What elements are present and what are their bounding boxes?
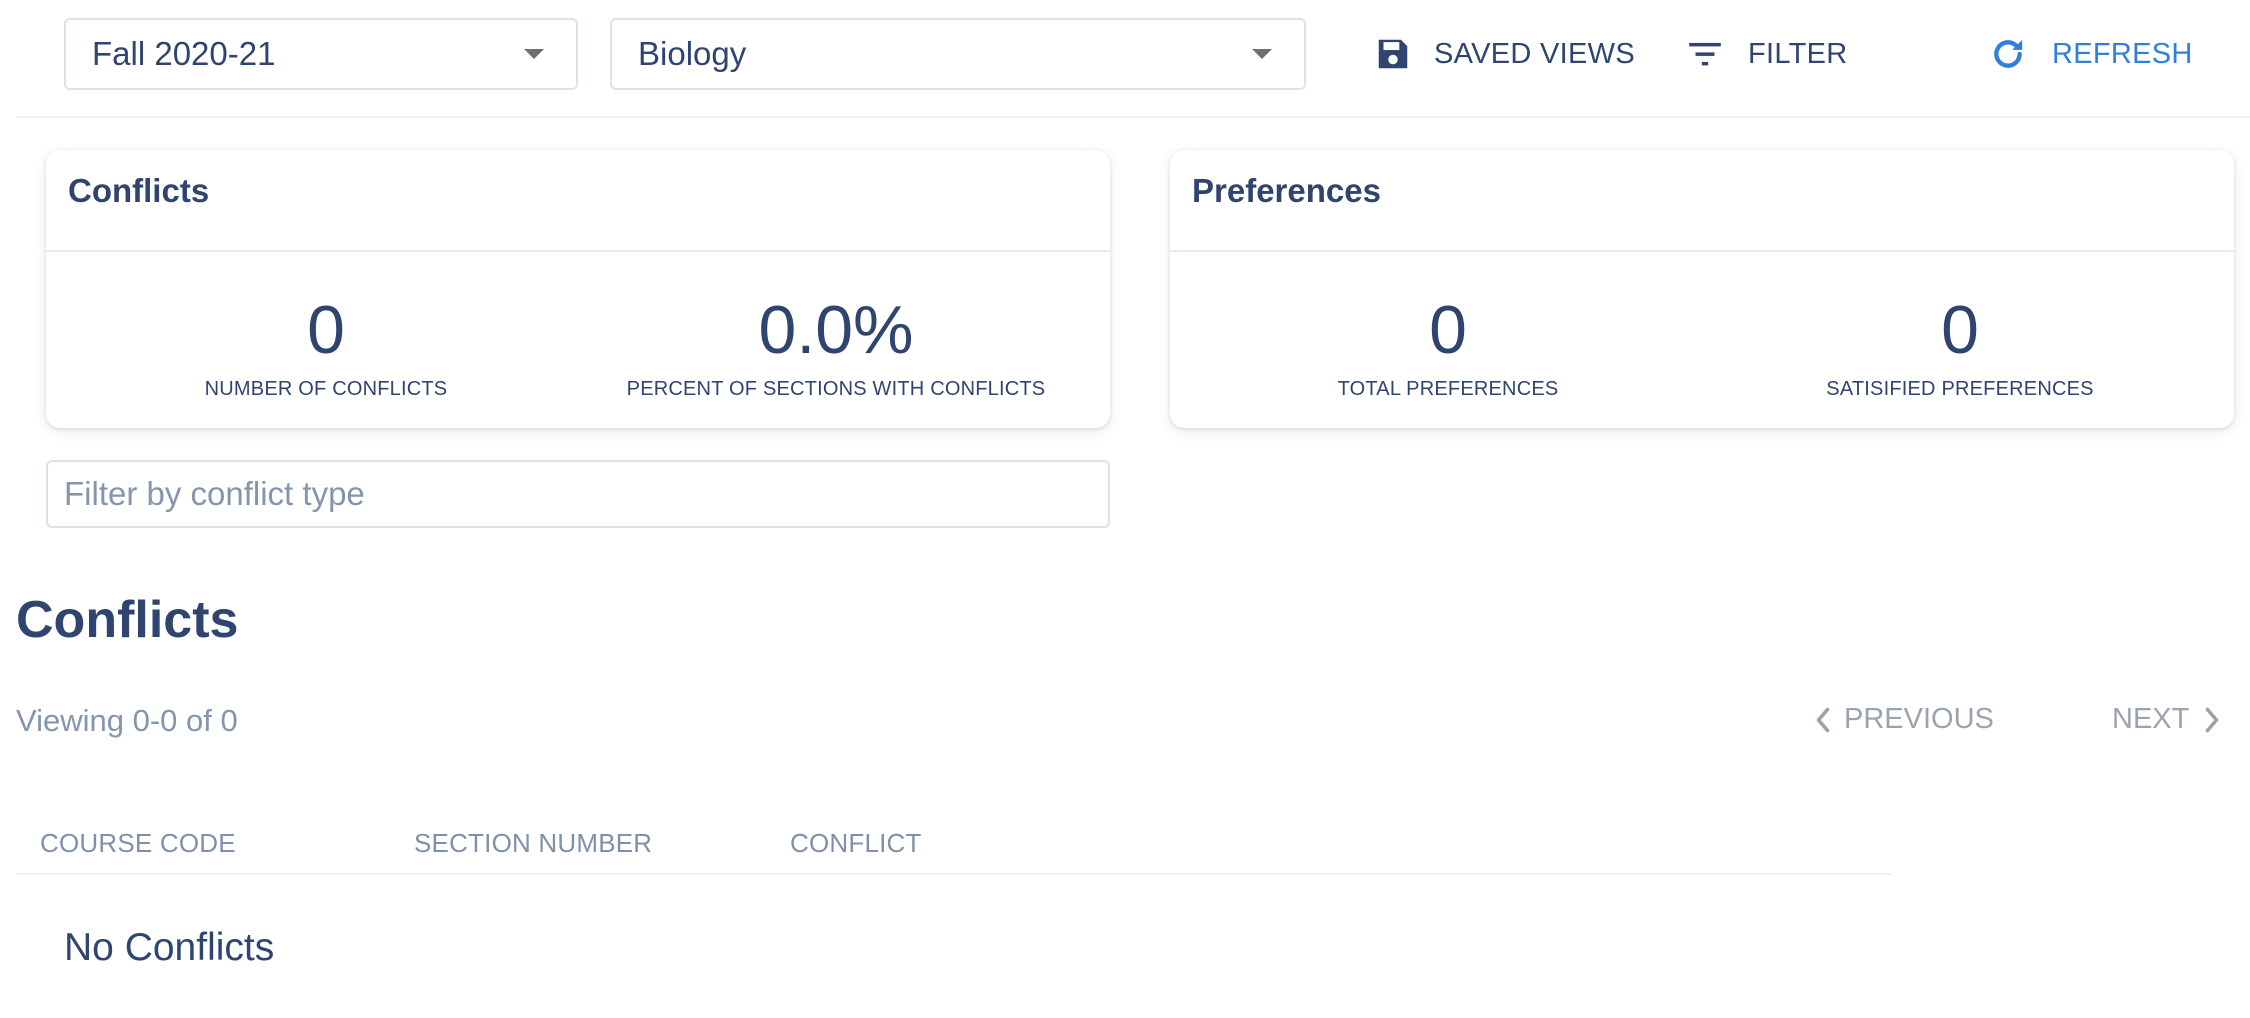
filter-button[interactable]: FILTER [1686, 32, 1848, 76]
preferences-summary-card: Preferences 0 TOTAL PREFERENCES 0 SATISI… [1170, 150, 2234, 428]
saved-views-label: SAVED VIEWS [1434, 37, 1635, 70]
refresh-icon [1994, 39, 2023, 68]
stat-caption: PERCENT OF SECTIONS WITH CONFLICTS [626, 378, 1046, 400]
conflicts-summary-card: Conflicts 0 NUMBER OF CONFLICTS 0.0% PER… [46, 150, 1110, 428]
filter-lines-icon [1689, 42, 1721, 66]
department-select-value: Biology [638, 35, 747, 72]
department-select[interactable]: Biology [610, 18, 1306, 90]
table-header-divider [16, 873, 1891, 875]
stat-caption: SATISIFIED PREFERENCES [1826, 378, 2094, 400]
stat-caption: TOTAL PREFERENCES [1337, 378, 1559, 400]
refresh-label: REFRESH [2052, 37, 2193, 70]
column-header-conflict[interactable]: CONFLICT [790, 828, 922, 859]
satisfied-preferences-stat: 0 SATISIFIED PREFERENCES [1760, 296, 2160, 401]
chevron-right-icon [2206, 707, 2219, 732]
refresh-button[interactable]: REFRESH [1988, 32, 2193, 76]
previous-button[interactable]: PREVIOUS [1812, 703, 1994, 736]
card-divider [46, 250, 1110, 252]
conflicts-card-title: Conflicts [68, 172, 210, 209]
conflict-type-filter[interactable]: Filter by conflict type [46, 460, 1110, 528]
filter-label: FILTER [1748, 37, 1848, 70]
column-header-section-number[interactable]: SECTION NUMBER [414, 828, 652, 859]
total-preferences-stat: 0 TOTAL PREFERENCES [1248, 296, 1648, 401]
stat-caption: NUMBER OF CONFLICTS [204, 378, 448, 400]
toolbar-divider [16, 116, 2250, 118]
empty-table-message: No Conflicts [64, 926, 275, 969]
number-of-conflicts-stat: 0 NUMBER OF CONFLICTS [126, 296, 526, 401]
percent-conflicts-stat: 0.0% PERCENT OF SECTIONS WITH CONFLICTS [616, 296, 1056, 401]
next-button[interactable]: NEXT [2112, 703, 2223, 736]
term-select[interactable]: Fall 2020-21 [64, 18, 578, 90]
viewing-range-text: Viewing 0-0 of 0 [16, 703, 238, 738]
chevron-left-icon [1816, 707, 1830, 732]
stat-value: 0 [1429, 292, 1467, 368]
next-label: NEXT [2112, 703, 2190, 735]
stat-value: 0 [1941, 292, 1979, 368]
caret-down-icon [524, 49, 544, 59]
floppy-disk-icon [1378, 39, 1408, 69]
stat-value: 0 [307, 292, 345, 368]
previous-label: PREVIOUS [1844, 703, 1994, 735]
preferences-card-title: Preferences [1192, 172, 1381, 209]
card-divider [1170, 250, 2234, 252]
stat-value: 0.0% [758, 292, 914, 368]
saved-views-button[interactable]: SAVED VIEWS [1374, 32, 1635, 76]
conflict-type-filter-placeholder: Filter by conflict type [64, 475, 365, 512]
conflicts-section-title: Conflicts [16, 591, 239, 649]
term-select-value: Fall 2020-21 [92, 35, 276, 72]
column-header-course-code[interactable]: COURSE CODE [40, 828, 236, 859]
caret-down-icon [1252, 49, 1272, 59]
